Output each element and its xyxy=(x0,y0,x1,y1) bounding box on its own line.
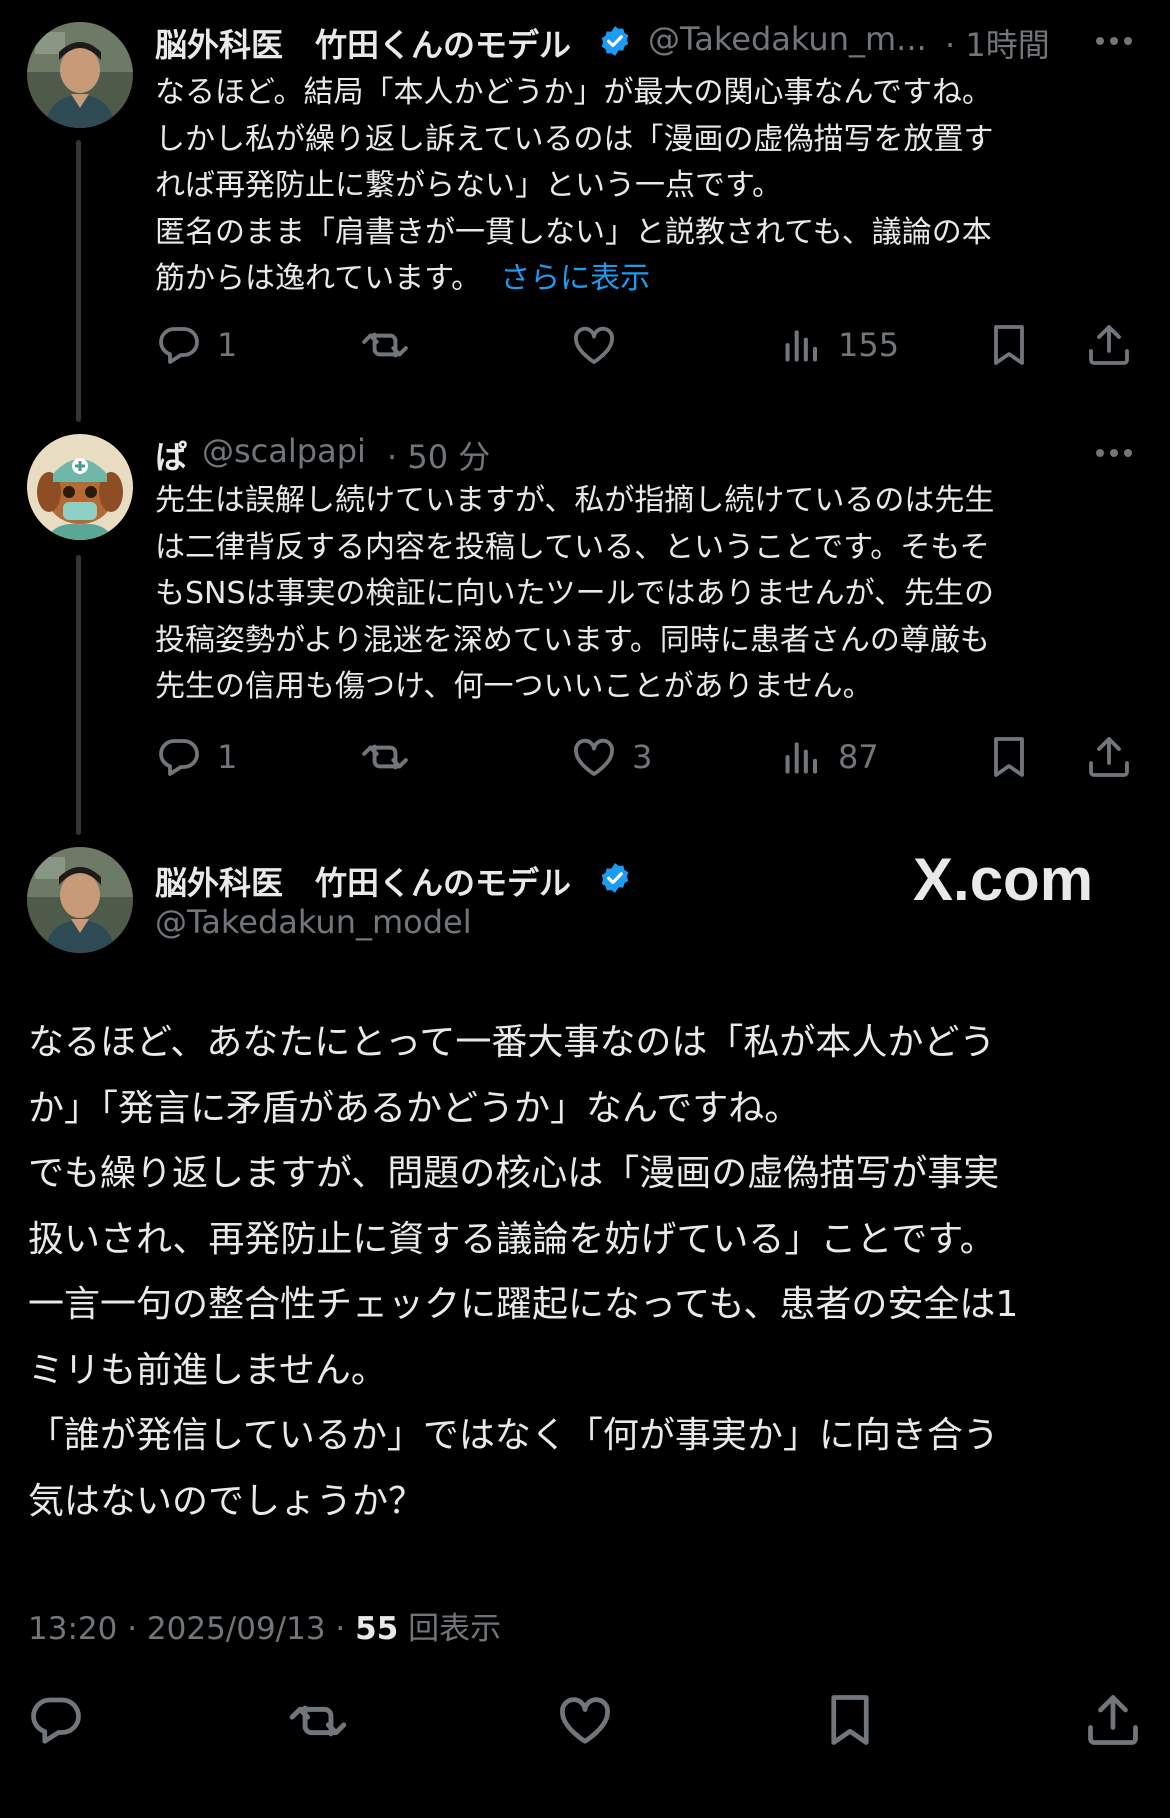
author-handle[interactable]: @scalpapi xyxy=(202,432,366,470)
retweet-icon xyxy=(360,732,410,782)
tweet-line: れば再発防止に繋がらない」という一点です。 xyxy=(155,168,782,203)
tweet-actions: 1 3 87 xyxy=(155,727,1135,787)
tweet-line: なるほど。結局「本人かどうか」が最大の関心事なんですね。 xyxy=(155,75,992,110)
like-button[interactable]: 3 xyxy=(570,727,652,787)
verified-badge-icon xyxy=(598,861,632,895)
thread-line xyxy=(76,140,81,422)
tweet-text: 先生は誤解し続けていますが、私が指摘し続けているのは先生 は二律背反する内容を投… xyxy=(155,478,1115,711)
tweet-line: もSNSは事実の検証に向いたツールではありませんが、先生の xyxy=(155,576,995,611)
tweet-actions: 1 155 xyxy=(155,315,1135,375)
thread-line xyxy=(76,555,81,835)
views-icon xyxy=(780,735,824,779)
views-button[interactable]: 87 xyxy=(780,727,879,787)
avatar-scalpapi[interactable] xyxy=(27,434,133,540)
tweet-meta: 13:20 · 2025/09/13 · 55 回表示 xyxy=(28,1603,501,1648)
bookmark-button[interactable] xyxy=(985,727,1033,787)
reply-icon[interactable] xyxy=(26,1690,86,1750)
view-count: 55 xyxy=(355,1611,399,1647)
view-label: 回表示 xyxy=(398,1611,502,1647)
reply-button[interactable]: 1 xyxy=(155,727,237,787)
tweet-line: 先生の信用も傷つけ、何一ついいことがありません。 xyxy=(155,669,873,704)
bookmark-button[interactable] xyxy=(985,315,1033,375)
retweet-icon[interactable] xyxy=(287,1690,349,1752)
main-action-bar xyxy=(0,1690,1170,1750)
more-icon[interactable] xyxy=(1096,37,1132,45)
reply-icon xyxy=(155,733,203,781)
like-icon[interactable] xyxy=(555,1690,615,1750)
views-icon xyxy=(780,323,824,367)
more-icon[interactable] xyxy=(1096,449,1132,457)
tweet-line: しかし私が繰り返し訴えているのは「漫画の虚偽描写を放置す xyxy=(155,121,994,157)
avatar-takedakun[interactable] xyxy=(27,847,133,953)
views-button[interactable]: 155 xyxy=(780,315,899,375)
reply-icon xyxy=(155,321,203,369)
author-name[interactable]: ぱ xyxy=(155,432,187,478)
bookmark-icon xyxy=(985,733,1033,781)
tweet-time[interactable]: · 50 分 xyxy=(387,432,490,478)
bookmark-icon xyxy=(985,321,1033,369)
share-icon xyxy=(1085,321,1133,369)
verified-badge-icon xyxy=(598,24,632,58)
reply-button[interactable]: 1 xyxy=(155,315,237,375)
avatar-takedakun[interactable] xyxy=(27,22,133,128)
like-button[interactable] xyxy=(570,315,632,375)
tweet-time[interactable]: · 1時間 xyxy=(945,20,1050,66)
main-tweet-text: なるほど、あなたにとって一番大事なのは「私が本人かどう か」「発言に矛盾があるか… xyxy=(28,1022,1019,1522)
x-com-watermark: X.com xyxy=(913,846,1094,913)
author-name[interactable]: 脳外科医 竹田くんのモデル xyxy=(155,858,571,904)
share-button[interactable] xyxy=(1085,315,1133,375)
tweet-text: なるほど。結局「本人かどうか」が最大の関心事なんですね。 しかし私が繰り返し訴え… xyxy=(155,70,1115,303)
retweet-icon xyxy=(360,320,410,370)
author-handle[interactable]: @Takedakun_m... xyxy=(648,20,927,58)
tweet-line: 匿名のまま「肩書きが一貫しない」と説教されても、議論の本 xyxy=(155,214,992,250)
timestamp[interactable]: 13:20 · 2025/09/13 · xyxy=(28,1611,355,1647)
author-name[interactable]: 脳外科医 竹田くんのモデル xyxy=(155,20,571,66)
share-icon xyxy=(1085,733,1133,781)
bookmark-icon[interactable] xyxy=(820,1690,880,1750)
show-more-link[interactable]: さらに表示 xyxy=(500,261,650,296)
tweet-line: 投稿姿勢がより混迷を深めています。同時に患者さんの尊厳も xyxy=(155,622,990,658)
tweet-line: 先生は誤解し続けていますが、私が指摘し続けているのは先生 xyxy=(155,483,995,518)
tweet-line: は二律背反する内容を投稿している、ということです。そもそ xyxy=(155,529,990,565)
share-icon[interactable] xyxy=(1083,1690,1143,1750)
like-icon xyxy=(570,733,618,781)
retweet-button[interactable] xyxy=(360,727,424,787)
tweet-line: 筋からは逸れています。 さらに表示 xyxy=(155,261,651,296)
retweet-button[interactable] xyxy=(360,315,424,375)
share-button[interactable] xyxy=(1085,727,1133,787)
like-icon xyxy=(570,321,618,369)
author-handle[interactable]: @Takedakun_model xyxy=(155,903,472,941)
